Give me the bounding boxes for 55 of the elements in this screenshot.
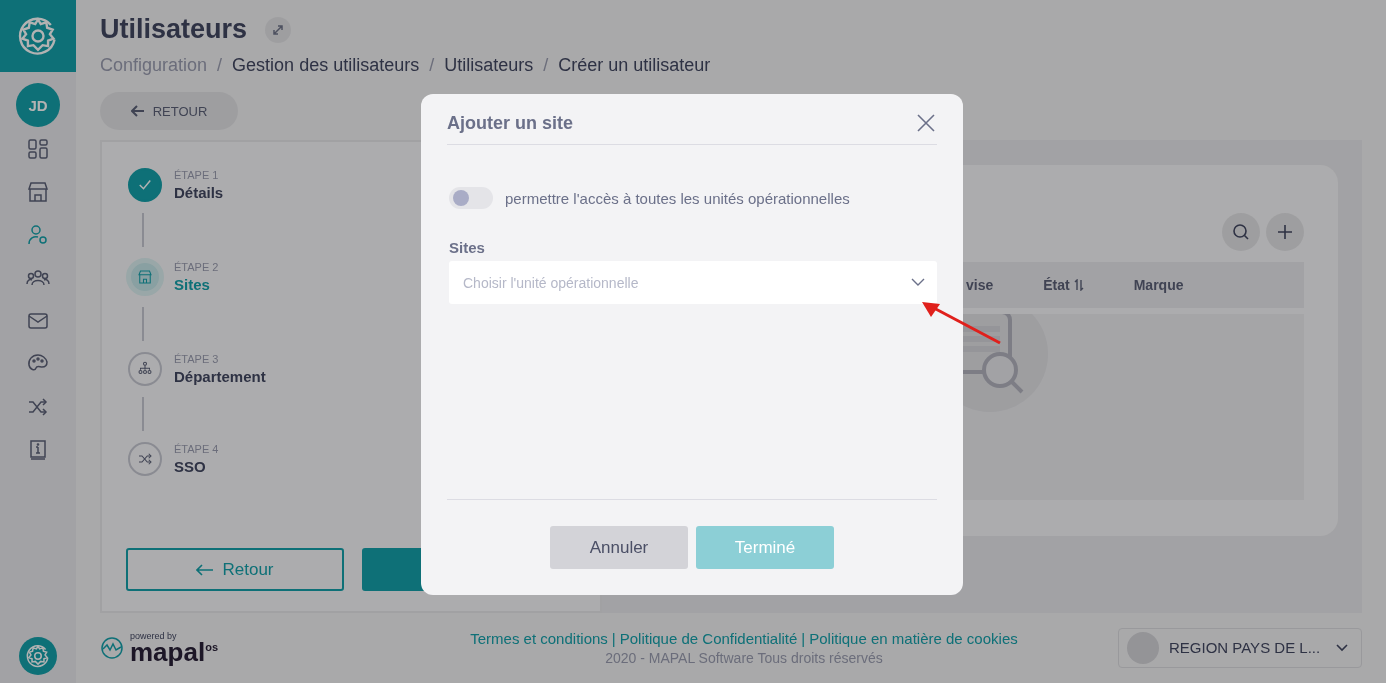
arrow-left-icon xyxy=(130,105,145,117)
field-label: Sites xyxy=(449,239,486,256)
breadcrumb-separator: / xyxy=(217,55,223,76)
toggle-label: permettre l'accès à toutes les unités opérationnelles xyxy=(505,189,850,207)
plus-icon xyxy=(1275,222,1295,242)
add-button[interactable] xyxy=(1266,213,1304,251)
page-title: Utilisateurs xyxy=(100,14,248,45)
user-avatar[interactable]: JD xyxy=(16,83,60,127)
back-button[interactable]: RETOUR xyxy=(100,92,238,130)
breadcrumb-item[interactable]: Utilisateurs xyxy=(444,55,534,76)
copyright-text: 2020 - MAPAL Software Tous droits réservés xyxy=(605,649,883,666)
step-name[interactable]: Détails xyxy=(174,184,224,201)
breadcrumb-item[interactable]: Configuration xyxy=(100,55,208,76)
store-icon[interactable] xyxy=(26,180,50,204)
close-icon[interactable] xyxy=(915,112,937,134)
column-header: vise xyxy=(966,277,994,293)
step-label: ÉTAPE 2 xyxy=(174,261,219,273)
step-label: ÉTAPE 4 xyxy=(174,443,219,455)
modal-title: Ajouter un site xyxy=(447,112,573,134)
expand-button[interactable] xyxy=(265,16,292,43)
dashboard-icon[interactable] xyxy=(26,137,50,161)
settings-button[interactable] xyxy=(19,637,57,675)
breadcrumb-separator: / xyxy=(429,55,435,76)
breadcrumb-item[interactable]: Gestion des utilisateurs xyxy=(232,55,420,76)
column-header[interactable]: État xyxy=(1043,277,1070,293)
site-select[interactable]: Choisir l'unité opérationnelle xyxy=(461,273,911,292)
step-name[interactable]: SSO xyxy=(174,458,219,475)
expand-icon xyxy=(271,22,286,37)
footer-link[interactable]: Politique en matière de cookies xyxy=(809,629,1018,647)
step-label: ÉTAPE 3 xyxy=(174,353,220,365)
step-label: ÉTAPE 1 xyxy=(174,169,220,181)
breadcrumb-separator: / xyxy=(543,55,549,76)
column-header: Marque xyxy=(1133,277,1184,293)
chevron-down-icon[interactable] xyxy=(911,278,925,287)
back-button[interactable]: Retour xyxy=(126,548,344,591)
link-separator: | xyxy=(801,629,806,647)
region-selector[interactable]: REGION PAYS DE L... xyxy=(1118,627,1362,668)
powered-by-text: powered by xyxy=(130,630,177,641)
wave-logo-icon xyxy=(100,635,124,660)
sort-icon[interactable] xyxy=(1073,279,1084,291)
site-select-field[interactable]: Choisir l'unité opérationnelle xyxy=(449,261,937,304)
user-gear-icon[interactable] xyxy=(26,223,50,247)
link-separator: | xyxy=(611,629,616,647)
search-icon xyxy=(1231,222,1251,242)
step-name[interactable]: Sites xyxy=(174,276,219,293)
toggle-switch[interactable] xyxy=(449,187,493,209)
step-name[interactable]: Département xyxy=(174,368,266,385)
chevron-down-icon xyxy=(1336,643,1349,652)
gear-icon xyxy=(25,643,51,669)
breadcrumb-item: Créer un utilisateur xyxy=(558,55,711,76)
search-button[interactable] xyxy=(1222,213,1260,251)
footer-link[interactable]: Termes et conditions xyxy=(470,629,608,647)
arrow-left-icon xyxy=(196,563,215,576)
cancel-button[interactable]: Annuler xyxy=(550,526,688,569)
footer-link[interactable]: Politique de Confidentialité xyxy=(619,629,798,647)
